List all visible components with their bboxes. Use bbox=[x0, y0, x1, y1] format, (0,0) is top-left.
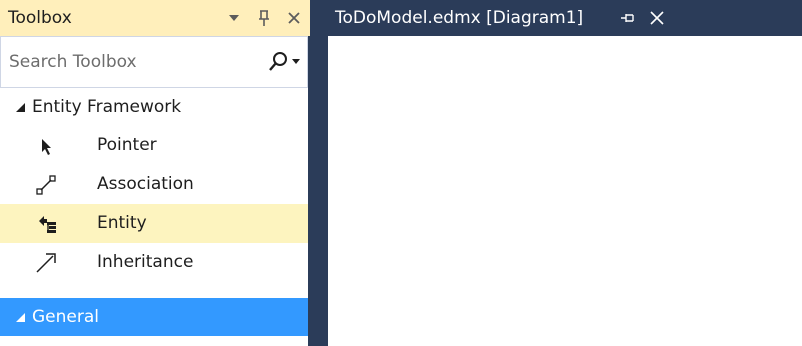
association-icon bbox=[34, 173, 58, 197]
pointer-icon bbox=[34, 134, 58, 158]
toolbox-item-association[interactable]: Association bbox=[0, 165, 308, 204]
toolbox-item-pointer[interactable]: Pointer bbox=[0, 126, 308, 165]
dropdown-arrow-icon[interactable] bbox=[226, 9, 242, 27]
item-label: Pointer bbox=[97, 135, 157, 155]
toolbox-header: Toolbox bbox=[0, 0, 310, 36]
tab-title: ToDoModel.edmx [Diagram1] bbox=[335, 8, 584, 28]
entity-icon bbox=[34, 212, 58, 236]
diagram-canvas[interactable] bbox=[328, 36, 802, 346]
toolbox-title: Toolbox bbox=[8, 8, 72, 28]
item-label: Entity bbox=[97, 213, 147, 233]
toolbox-body: Entity Framework Pointer Association bbox=[0, 36, 308, 346]
toolbox-item-entity[interactable]: Entity bbox=[0, 204, 308, 243]
expanded-triangle-icon bbox=[14, 101, 26, 113]
item-label: Association bbox=[97, 174, 194, 194]
toolbox-group-general[interactable]: General bbox=[0, 298, 308, 336]
document-tab-strip: ToDoModel.edmx [Diagram1] bbox=[313, 0, 802, 36]
expanded-triangle-icon bbox=[14, 311, 26, 323]
group-label: Entity Framework bbox=[32, 97, 182, 117]
pin-tab-icon[interactable] bbox=[619, 10, 637, 26]
inheritance-icon bbox=[34, 251, 58, 275]
toolbox-search-input[interactable] bbox=[1, 37, 251, 87]
toolbox-item-inheritance[interactable]: Inheritance bbox=[0, 243, 308, 282]
group-label: General bbox=[32, 307, 99, 327]
close-icon[interactable] bbox=[286, 9, 302, 27]
search-button[interactable] bbox=[267, 49, 301, 75]
toolbox-header-buttons bbox=[226, 0, 302, 36]
pin-icon[interactable] bbox=[256, 9, 272, 27]
toolbox-panel: Toolbox Search Toolbox Entity Framework … bbox=[0, 0, 313, 346]
search-icon bbox=[269, 52, 287, 71]
close-tab-icon[interactable] bbox=[649, 10, 665, 26]
document-area: ToDoModel.edmx [Diagram1] bbox=[313, 0, 802, 346]
toolbox-search-box bbox=[0, 36, 308, 88]
item-label: Inheritance bbox=[97, 252, 194, 272]
toolbox-group-entity-framework[interactable]: Entity Framework bbox=[0, 88, 308, 126]
chevron-down-icon bbox=[292, 59, 300, 64]
tab-todomodel-diagram[interactable]: ToDoModel.edmx [Diagram1] bbox=[325, 0, 706, 36]
